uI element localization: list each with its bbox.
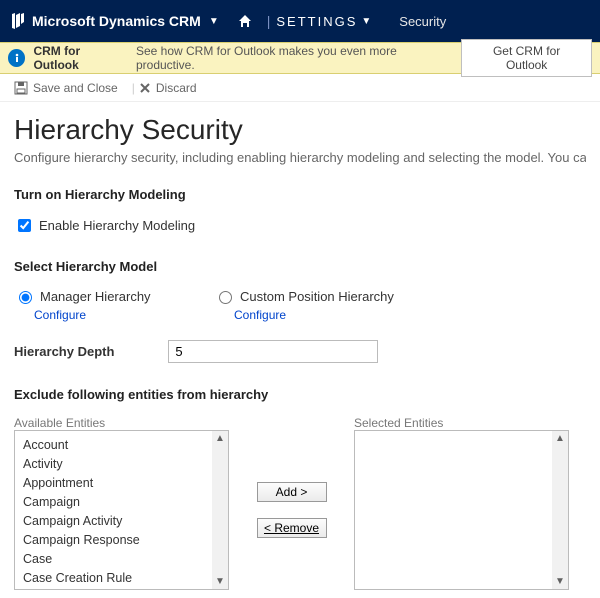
- manager-configure-link[interactable]: Configure: [34, 308, 184, 322]
- manager-hierarchy-label: Manager Hierarchy: [40, 289, 151, 304]
- scroll-up-icon[interactable]: ▲: [555, 431, 565, 446]
- list-item[interactable]: Case Resolution: [15, 587, 228, 590]
- page-body: Hierarchy Security Configure hierarchy s…: [0, 102, 600, 590]
- scroll-down-icon[interactable]: ▼: [215, 574, 225, 589]
- scroll-up-icon[interactable]: ▲: [215, 431, 225, 446]
- hierarchy-depth-label: Hierarchy Depth: [14, 344, 114, 359]
- product-name: Microsoft Dynamics CRM: [32, 13, 201, 29]
- list-item[interactable]: Appointment: [15, 473, 228, 492]
- top-nav: Microsoft Dynamics CRM ▼ | SETTINGS ▼ Se…: [0, 0, 600, 42]
- chevron-down-icon[interactable]: ▼: [361, 16, 371, 27]
- list-item[interactable]: Campaign Activity: [15, 511, 228, 530]
- available-entities-label: Available Entities: [14, 416, 229, 430]
- page-description: Configure hierarchy security, including …: [14, 150, 586, 165]
- section-exclude-heading: Exclude following entities from hierarch…: [14, 387, 586, 402]
- form-toolbar: Save and Close | Discard: [0, 74, 600, 102]
- product-brand[interactable]: Microsoft Dynamics CRM: [10, 13, 201, 29]
- list-item[interactable]: Account: [15, 435, 228, 454]
- list-item[interactable]: Activity: [15, 454, 228, 473]
- selected-entities-listbox[interactable]: ▲ ▼: [354, 430, 569, 590]
- nav-area-settings[interactable]: SETTINGS: [276, 14, 357, 29]
- chevron-down-icon[interactable]: ▼: [209, 16, 219, 27]
- home-icon[interactable]: [237, 13, 253, 29]
- banner-title: CRM for Outlook: [33, 44, 126, 72]
- list-item[interactable]: Case Creation Rule: [15, 568, 228, 587]
- enable-hierarchy-label: Enable Hierarchy Modeling: [39, 218, 195, 233]
- custom-position-radio[interactable]: [219, 291, 232, 304]
- dynamics-logo-icon: [10, 13, 26, 29]
- nav-separator: |: [267, 13, 271, 29]
- list-item[interactable]: Campaign: [15, 492, 228, 511]
- list-item[interactable]: Campaign Response: [15, 530, 228, 549]
- outlook-banner: CRM for Outlook See how CRM for Outlook …: [0, 42, 600, 74]
- custom-position-configure-link[interactable]: Configure: [234, 308, 394, 322]
- save-icon: [14, 81, 28, 95]
- add-button[interactable]: Add >: [257, 482, 327, 502]
- custom-position-label: Custom Position Hierarchy: [240, 289, 394, 304]
- nav-crumb-security[interactable]: Security: [399, 14, 446, 29]
- discard-label: Discard: [156, 81, 197, 95]
- save-and-close-button[interactable]: Save and Close: [14, 81, 118, 95]
- close-icon: [139, 82, 151, 94]
- scroll-down-icon[interactable]: ▼: [555, 574, 565, 589]
- toolbar-separator: |: [132, 81, 135, 95]
- scrollbar[interactable]: ▲ ▼: [212, 431, 228, 589]
- page-title: Hierarchy Security: [14, 114, 586, 146]
- hierarchy-depth-input[interactable]: [168, 340, 378, 363]
- get-outlook-button[interactable]: Get CRM for Outlook: [461, 39, 592, 77]
- save-label: Save and Close: [33, 81, 118, 95]
- enable-hierarchy-checkbox[interactable]: [18, 219, 31, 232]
- scrollbar[interactable]: ▲ ▼: [552, 431, 568, 589]
- section-model-heading: Select Hierarchy Model: [14, 259, 586, 274]
- remove-button[interactable]: < Remove: [257, 518, 327, 538]
- selected-entities-label: Selected Entities: [354, 416, 443, 430]
- discard-button[interactable]: Discard: [139, 81, 197, 95]
- info-icon: [8, 49, 25, 67]
- banner-message: See how CRM for Outlook makes you even m…: [136, 44, 449, 72]
- available-entities-listbox[interactable]: AccountActivityAppointmentCampaignCampai…: [14, 430, 229, 590]
- manager-hierarchy-radio[interactable]: [19, 291, 32, 304]
- list-item[interactable]: Case: [15, 549, 228, 568]
- section-enable-heading: Turn on Hierarchy Modeling: [14, 187, 586, 202]
